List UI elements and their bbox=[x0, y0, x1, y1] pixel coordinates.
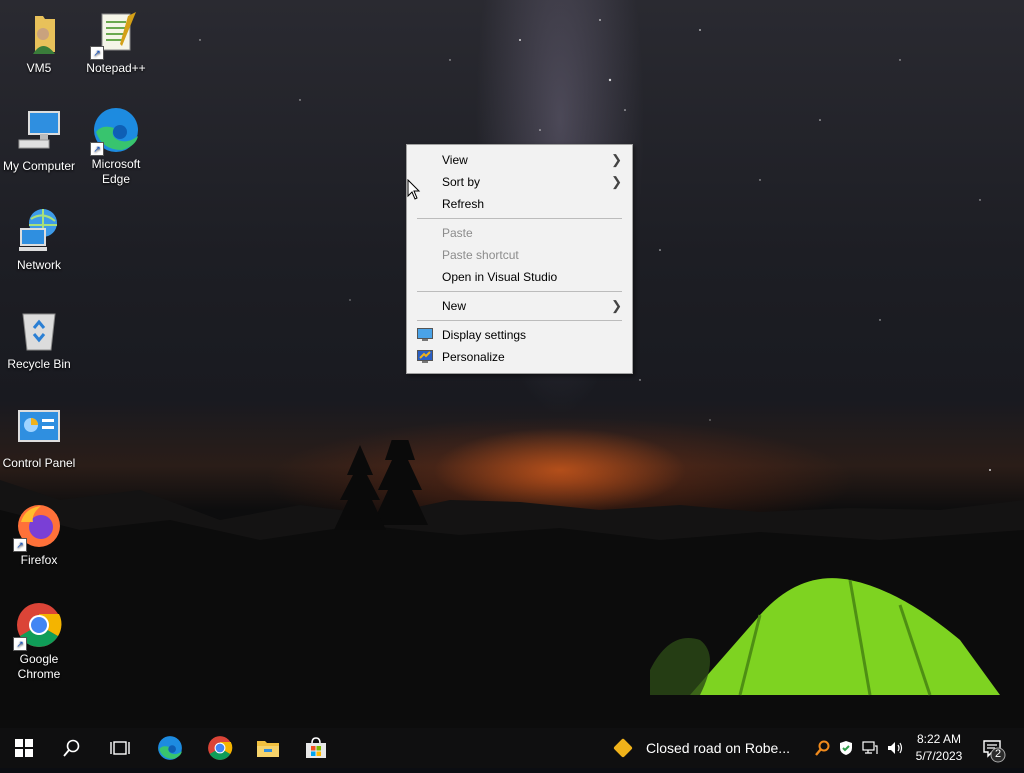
display-settings-icon bbox=[417, 328, 433, 341]
desktop-icon-label: Firefox bbox=[20, 553, 58, 567]
recycle-bin-icon bbox=[15, 306, 63, 354]
menu-item-display-settings[interactable]: Display settings bbox=[407, 324, 632, 346]
network-icon bbox=[15, 207, 63, 255]
control-panel-icon bbox=[15, 405, 63, 453]
news-text: Closed road on Robe... bbox=[646, 740, 790, 756]
desktop-icon-label: Network bbox=[16, 258, 61, 272]
desktop-icon-label: Control Panel bbox=[2, 456, 76, 470]
taskbar-clock[interactable]: 8:22 AM 5/7/2023 bbox=[910, 731, 968, 765]
edge-icon bbox=[158, 736, 182, 760]
network-status-icon[interactable] bbox=[862, 740, 878, 756]
menu-item-label: Paste bbox=[442, 226, 473, 240]
edge-icon: ↗ bbox=[90, 106, 140, 156]
desktop-icon-label: My Computer bbox=[2, 159, 76, 173]
folder-user-icon bbox=[15, 10, 63, 58]
menu-separator bbox=[417, 218, 622, 219]
desktop-icon-recycle-bin[interactable]: Recycle Bin bbox=[0, 306, 78, 372]
shortcut-arrow-icon: ↗ bbox=[90, 142, 104, 156]
menu-item-label: Open in Visual Studio bbox=[442, 270, 558, 284]
personalize-icon bbox=[417, 350, 433, 363]
menu-item-label: Paste shortcut bbox=[442, 248, 519, 262]
taskbar-file-explorer-button[interactable] bbox=[244, 728, 292, 768]
taskbar: Closed road on Robe... 8:22 AM 5/7/2023 bbox=[0, 728, 1024, 768]
shortcut-arrow-icon: ↗ bbox=[13, 637, 27, 651]
desktop-icon-control-panel[interactable]: Control Panel bbox=[0, 405, 78, 471]
desktop-icon-network[interactable]: Network bbox=[0, 207, 78, 273]
menu-item-label: Display settings bbox=[442, 328, 527, 342]
menu-separator bbox=[417, 320, 622, 321]
computer-icon bbox=[15, 108, 63, 156]
menu-item-label: Refresh bbox=[442, 197, 485, 211]
desktop-icon-google-chrome[interactable]: ↗ Google Chrome bbox=[0, 601, 78, 682]
store-icon bbox=[306, 737, 326, 758]
taskbar-search-button[interactable] bbox=[48, 728, 96, 768]
chevron-right-icon: ❯ bbox=[611, 298, 622, 313]
menu-item-label: View bbox=[442, 153, 468, 167]
chevron-right-icon: ❯ bbox=[611, 152, 622, 167]
file-explorer-icon bbox=[257, 741, 279, 757]
search-icon bbox=[63, 739, 80, 757]
task-view-button[interactable] bbox=[96, 728, 144, 768]
menu-item-refresh[interactable]: Refresh bbox=[407, 193, 632, 215]
desktop-icon-label: VM5 bbox=[26, 61, 52, 75]
mountain-silhouette bbox=[0, 440, 1024, 728]
menu-item-open-in-visual-studio[interactable]: Open in Visual Studio bbox=[407, 266, 632, 288]
start-button[interactable] bbox=[0, 728, 48, 768]
security-shield-icon[interactable] bbox=[838, 740, 854, 756]
shortcut-arrow-icon: ↗ bbox=[90, 46, 104, 60]
notification-center-button[interactable]: 2 bbox=[980, 728, 1020, 768]
menu-item-label: Sort by bbox=[442, 175, 481, 189]
menu-item-paste: Paste bbox=[407, 222, 632, 244]
system-tray bbox=[814, 728, 904, 768]
desktop-context-menu: View ❯ Sort by ❯ Refresh Paste Paste sho… bbox=[406, 144, 633, 374]
menu-item-view[interactable]: View ❯ bbox=[407, 149, 632, 171]
chevron-right-icon: ❯ bbox=[611, 174, 622, 189]
menu-item-personalize[interactable]: Personalize bbox=[407, 346, 632, 368]
menu-item-label: Personalize bbox=[442, 350, 505, 364]
desktop-icon-label: Recycle Bin bbox=[7, 357, 71, 371]
mouse-cursor-icon bbox=[407, 179, 421, 200]
menu-separator bbox=[417, 291, 622, 292]
desktop-icon-label: Microsoft Edge bbox=[91, 157, 141, 186]
taskbar-edge-button[interactable] bbox=[146, 728, 194, 768]
notepadpp-icon: ↗ bbox=[90, 10, 140, 60]
clock-time: 8:22 AM bbox=[916, 732, 962, 746]
search-orange-icon[interactable] bbox=[814, 740, 830, 756]
desktop-icon-microsoft-edge[interactable]: ↗ Microsoft Edge bbox=[77, 106, 155, 187]
menu-item-label: New bbox=[442, 299, 467, 313]
task-view-icon bbox=[110, 741, 130, 755]
desktop-icon-firefox[interactable]: ↗ Firefox bbox=[0, 502, 78, 568]
menu-item-new[interactable]: New ❯ bbox=[407, 295, 632, 317]
notification-count-badge: 2 bbox=[994, 748, 1002, 760]
volume-icon[interactable] bbox=[886, 740, 904, 756]
chrome-icon: ↗ bbox=[13, 601, 63, 651]
start-icon bbox=[15, 739, 33, 757]
firefox-icon: ↗ bbox=[13, 502, 63, 552]
desktop-icon-my-computer[interactable]: My Computer bbox=[0, 108, 78, 174]
desktop-icon-label: Notepad++ bbox=[86, 61, 146, 75]
taskbar-news-widget[interactable]: Closed road on Robe... bbox=[613, 728, 790, 768]
shortcut-arrow-icon: ↗ bbox=[13, 538, 27, 552]
desktop-icon-label: Google Chrome bbox=[17, 652, 61, 681]
clock-date: 5/7/2023 bbox=[915, 749, 963, 763]
traffic-alert-icon bbox=[613, 738, 633, 758]
menu-item-sort-by[interactable]: Sort by ❯ bbox=[407, 171, 632, 193]
taskbar-chrome-button[interactable] bbox=[196, 728, 244, 768]
menu-item-paste-shortcut: Paste shortcut bbox=[407, 244, 632, 266]
desktop-icon-vm5[interactable]: VM5 bbox=[0, 10, 78, 76]
chrome-icon bbox=[208, 736, 233, 760]
taskbar-store-button[interactable] bbox=[292, 728, 340, 768]
desktop-icon-notepadpp[interactable]: ↗ Notepad++ bbox=[77, 10, 155, 76]
